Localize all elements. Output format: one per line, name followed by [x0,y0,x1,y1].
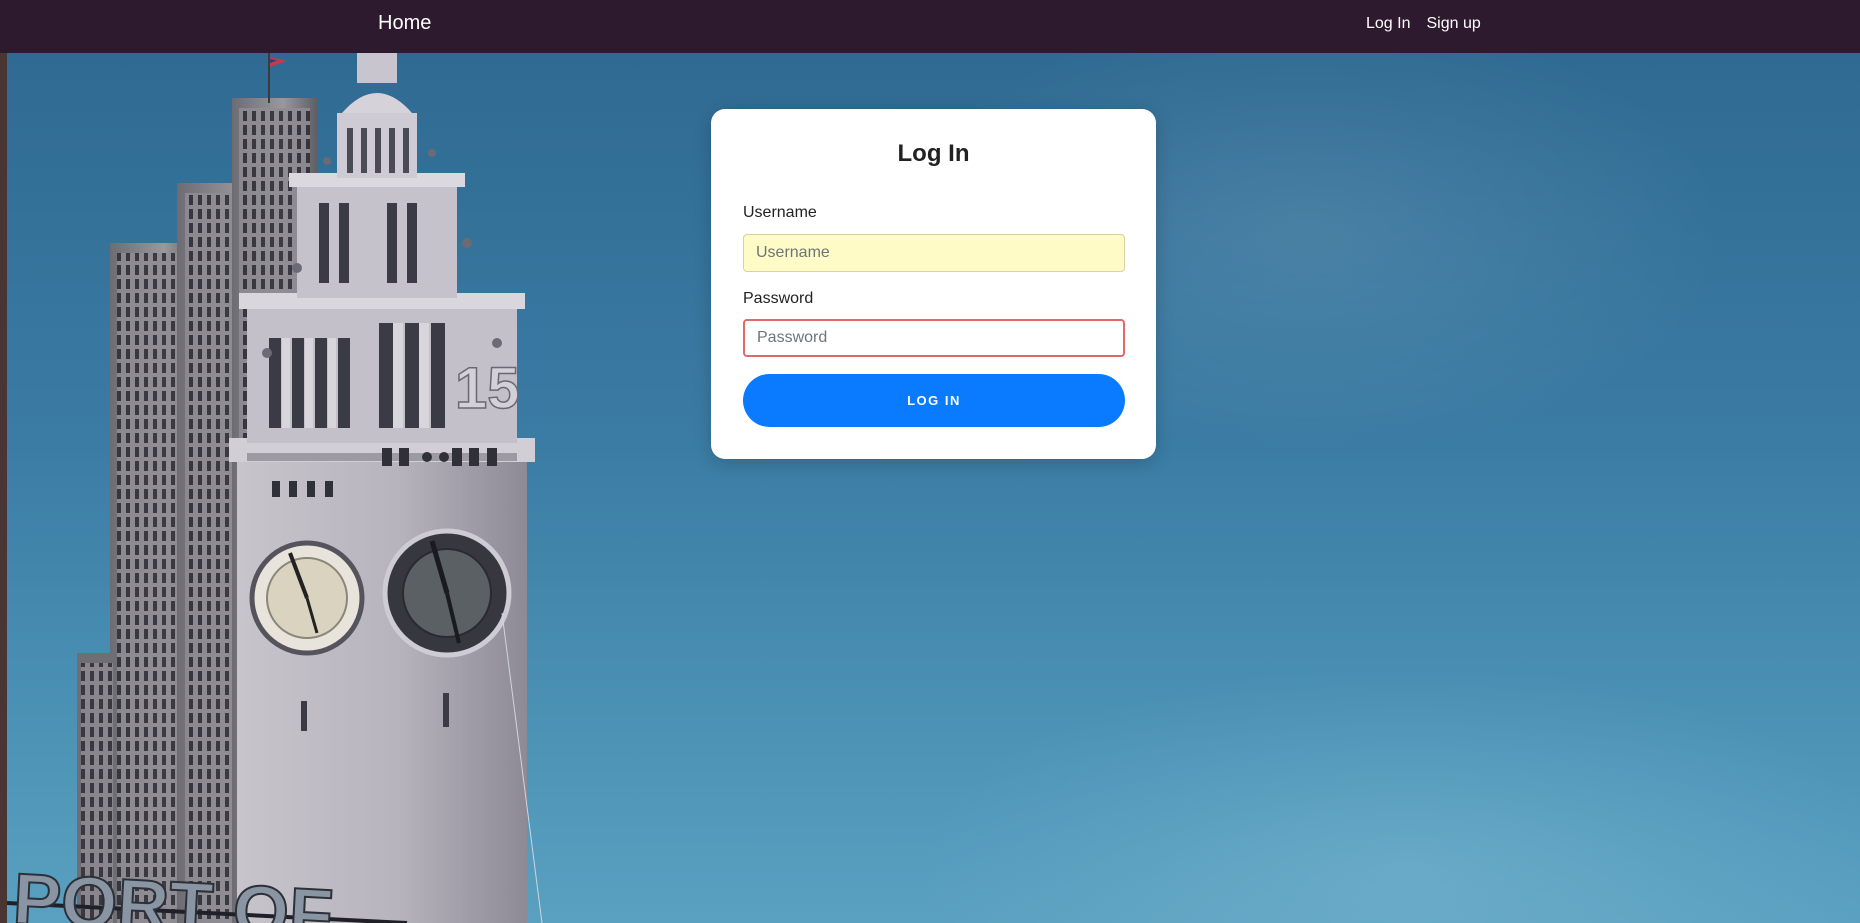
login-card: Log In Username Password LOG IN [711,109,1156,459]
left-clock-face [249,540,365,656]
nav-signup-link[interactable]: Sign up [1426,15,1480,33]
window-left-edge [0,0,7,923]
top-navbar: Home Log In Sign up [0,0,1860,53]
username-label: Username [743,204,817,221]
nav-login-link[interactable]: Log In [1366,15,1410,33]
password-input[interactable] [743,319,1125,357]
password-label: Password [743,290,814,307]
login-button[interactable]: LOG IN [743,374,1125,427]
nav-links: Log In Sign up [1366,15,1481,33]
home-link[interactable]: Home [378,12,431,35]
username-input[interactable] [743,234,1125,272]
tower-number: 15 [455,356,520,421]
right-clock-face [382,528,512,658]
login-title: Log In [897,140,970,167]
